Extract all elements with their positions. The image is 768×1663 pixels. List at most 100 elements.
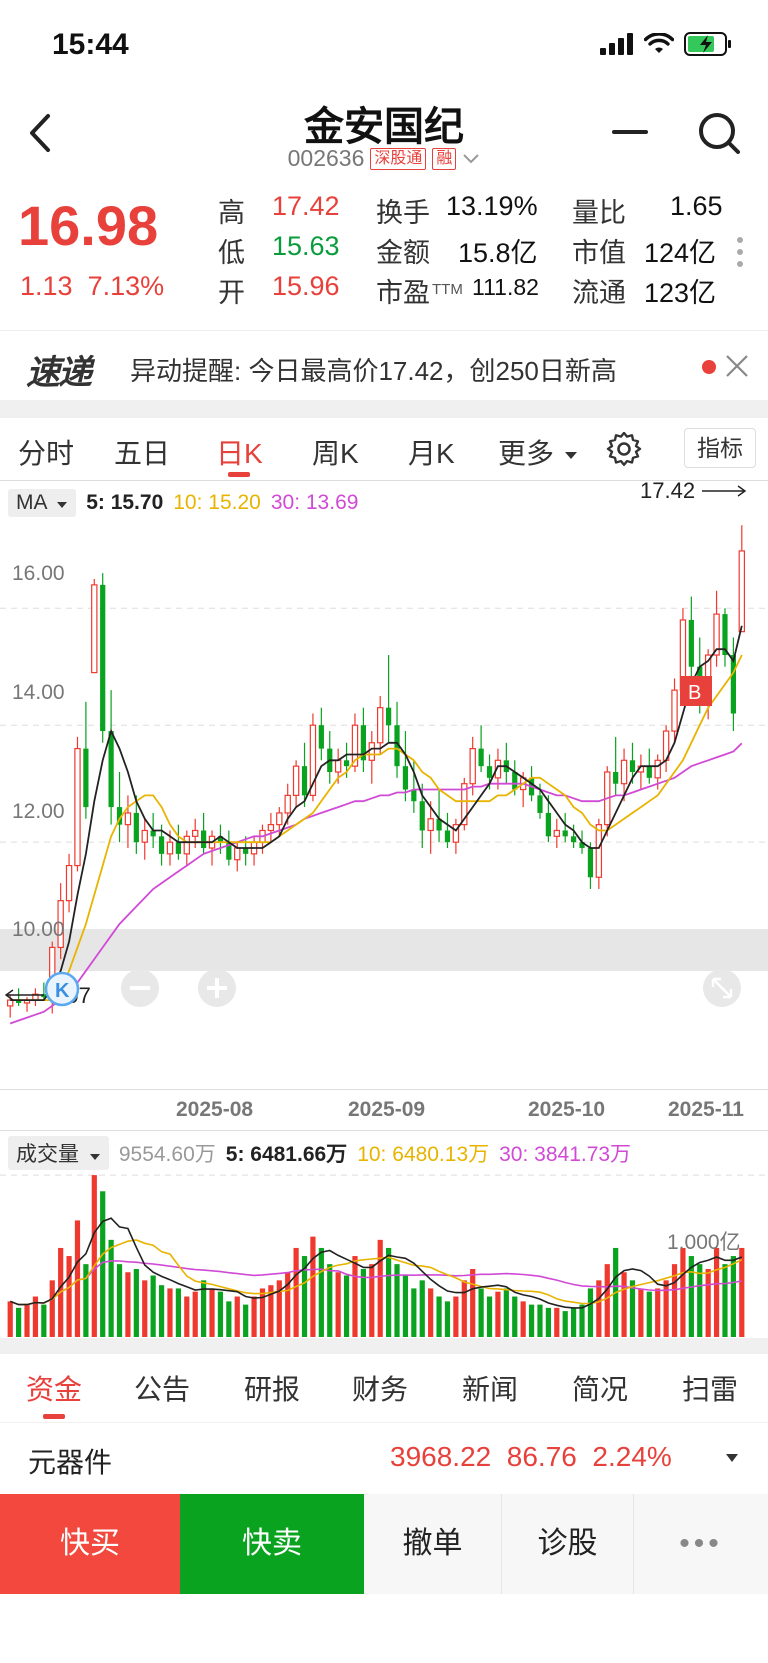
- high-marker-arrow-icon: [702, 485, 747, 497]
- float-value: 123亿: [644, 278, 717, 308]
- volume-bar: [310, 1236, 316, 1337]
- period-tabs: 分时 五日 日K 周K 月K 更多 指标: [0, 418, 768, 480]
- candle-body: [376, 707, 384, 744]
- tab-daily-k[interactable]: 日K: [216, 432, 263, 472]
- zoom-out-icon[interactable]: [121, 969, 159, 1007]
- search-icon[interactable]: [696, 110, 742, 156]
- candle-body: [386, 707, 392, 726]
- price-change: 1.13 7.13%: [20, 271, 164, 302]
- candle-body: [738, 550, 746, 633]
- volume-bar: [503, 1288, 509, 1337]
- y-tick-14: 14.00: [12, 681, 65, 704]
- tab-news[interactable]: 新闻: [462, 1368, 518, 1408]
- vol-ratio-value: 1.65: [670, 191, 723, 221]
- more-button[interactable]: •••: [634, 1494, 768, 1594]
- alert-bar[interactable]: 速递 异动提醒: 今日最高价17.42，创250日新高: [0, 330, 768, 400]
- quick-buy-button[interactable]: 快买: [0, 1494, 180, 1594]
- diagnose-button[interactable]: 诊股: [502, 1494, 634, 1594]
- active-tab-indicator: [228, 472, 250, 477]
- turnover-label: 换手: [376, 198, 430, 228]
- candle-body: [571, 836, 577, 843]
- more-vertical-icon[interactable]: [736, 235, 744, 269]
- candle-body: [671, 689, 678, 732]
- current-price: 16.98: [18, 194, 159, 257]
- sector-row[interactable]: 元器件 3968.22 86.76 2.24%: [0, 1422, 768, 1492]
- candle-body: [402, 766, 409, 790]
- candle-body: [65, 864, 73, 902]
- candle-body: [478, 748, 484, 767]
- tab-research[interactable]: 研报: [244, 1368, 300, 1408]
- candle-body: [334, 759, 342, 773]
- volume-chart[interactable]: 1.000亿: [0, 1131, 768, 1339]
- volume-bar: [386, 1247, 392, 1337]
- tab-monthly-k[interactable]: 月K: [408, 432, 455, 472]
- volume-scale-label: 1.000亿: [667, 1231, 741, 1254]
- volume-bar: [587, 1288, 594, 1337]
- caret-down-icon[interactable]: [726, 1454, 738, 1462]
- volume-bar: [116, 1264, 123, 1337]
- y-tick-12: 12.00: [12, 800, 65, 823]
- volume-bar: [142, 1280, 148, 1337]
- volume-bar: [41, 1304, 47, 1337]
- volume-bar: [453, 1296, 459, 1337]
- candle-body: [183, 835, 191, 855]
- stock-code-row[interactable]: 002636 深股通 融: [0, 145, 768, 172]
- tab-risk-scan[interactable]: 扫雷: [682, 1368, 738, 1408]
- low-label: 低: [218, 238, 245, 268]
- section-divider: [0, 400, 768, 418]
- candle-body: [654, 759, 661, 779]
- volume-bar: [520, 1301, 526, 1337]
- tab-profile[interactable]: 简况: [572, 1368, 628, 1408]
- active-info-tab-indicator: [43, 1414, 65, 1419]
- turnover-value: 13.19%: [446, 191, 538, 221]
- volume-bar: [335, 1272, 341, 1337]
- minimize-icon[interactable]: [610, 120, 650, 144]
- volume-bar: [133, 1269, 139, 1337]
- quick-sell-button[interactable]: 快卖: [180, 1494, 364, 1594]
- volume-bar: [663, 1280, 669, 1337]
- candle-body: [613, 772, 619, 784]
- tab-five-day[interactable]: 五日: [114, 432, 170, 472]
- volume-bar: [604, 1264, 610, 1337]
- high-value: 17.42: [272, 191, 340, 221]
- volume-bar: [411, 1288, 417, 1337]
- candle-body: [553, 829, 561, 837]
- volume-bar: [545, 1307, 551, 1337]
- tab-weekly-k[interactable]: 周K: [312, 432, 359, 472]
- volume-bar: [419, 1280, 425, 1337]
- tab-financials[interactable]: 财务: [352, 1368, 408, 1408]
- tab-announcements[interactable]: 公告: [134, 1368, 190, 1408]
- volume-bar: [470, 1269, 476, 1337]
- candle-body: [108, 731, 114, 808]
- candle-body: [158, 836, 165, 854]
- candle-body: [284, 794, 291, 814]
- tab-capital[interactable]: 资金: [26, 1368, 82, 1408]
- tab-more[interactable]: 更多: [498, 432, 578, 472]
- candle-body: [730, 655, 736, 714]
- fullscreen-icon[interactable]: [703, 969, 741, 1007]
- candle-body: [620, 759, 628, 785]
- y-tick-16: 16.00: [12, 562, 65, 585]
- volume-bar: [444, 1301, 451, 1337]
- price-change-value: 1.13: [20, 271, 73, 301]
- mktcap-label: 市值: [572, 238, 626, 268]
- volume-bar: [621, 1272, 627, 1337]
- volume-chart-panel[interactable]: 成交量 9554.60万 5: 6481.66万 10: 6480.13万 30…: [0, 1130, 768, 1355]
- kline-chart-panel[interactable]: MA 5: 15.70 10: 15.20 30: 13.69 16.00 14…: [0, 480, 768, 1090]
- speed-news-logo: 速递: [26, 354, 92, 392]
- tab-intraday[interactable]: 分时: [18, 432, 74, 472]
- volume-bar: [158, 1285, 165, 1337]
- volume-bar: [528, 1304, 535, 1337]
- cancel-order-button[interactable]: 撤单: [364, 1494, 502, 1594]
- gear-icon[interactable]: [606, 432, 642, 468]
- volume-bar: [234, 1296, 240, 1337]
- candle-body: [301, 766, 308, 796]
- volume-bar: [495, 1291, 501, 1337]
- kline-chart[interactable]: 16.00 14.00 12.00 10.00 17.42 9.07 K B: [0, 481, 768, 1089]
- close-icon[interactable]: [722, 351, 752, 381]
- candle-body: [91, 584, 98, 674]
- pe-ttm-label: TTM: [432, 281, 463, 298]
- indicator-button[interactable]: 指标: [684, 428, 756, 468]
- zoom-in-icon[interactable]: [198, 969, 236, 1007]
- price-change-pct: 7.13%: [87, 271, 165, 301]
